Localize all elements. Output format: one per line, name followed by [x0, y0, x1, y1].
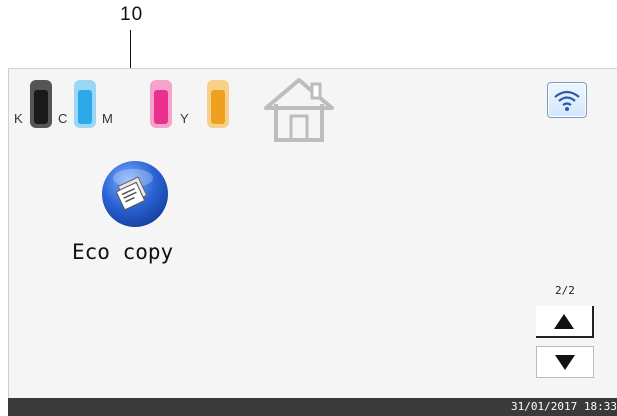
wifi-icon	[554, 90, 580, 111]
toner-letter-m: M	[102, 111, 113, 126]
toner-k-icon	[30, 80, 52, 128]
toner-c-icon	[74, 80, 96, 128]
scroll-up-button[interactable]	[536, 306, 594, 338]
callout-number: 10	[120, 4, 144, 25]
arrow-down-icon	[555, 354, 575, 370]
toner-letter-c: C	[58, 111, 68, 126]
date-time: 31/01/2017 18:33	[511, 400, 617, 413]
toner-letter-y: Y	[180, 111, 189, 126]
home-button[interactable]	[262, 76, 336, 149]
eco-copy-icon	[102, 161, 168, 227]
wifi-status-button[interactable]	[547, 82, 587, 118]
toner-m-icon	[150, 80, 172, 128]
home-icon	[264, 78, 334, 142]
page-indicator: 2/2	[555, 284, 575, 297]
arrow-up-icon	[554, 313, 574, 329]
toner-y-icon	[207, 80, 229, 128]
eco-copy-label: Eco copy	[72, 240, 174, 264]
status-bar: 31/01/2017 18:33	[8, 398, 617, 416]
scroll-down-button[interactable]	[536, 346, 594, 378]
toner-letter-k: K	[14, 111, 23, 126]
